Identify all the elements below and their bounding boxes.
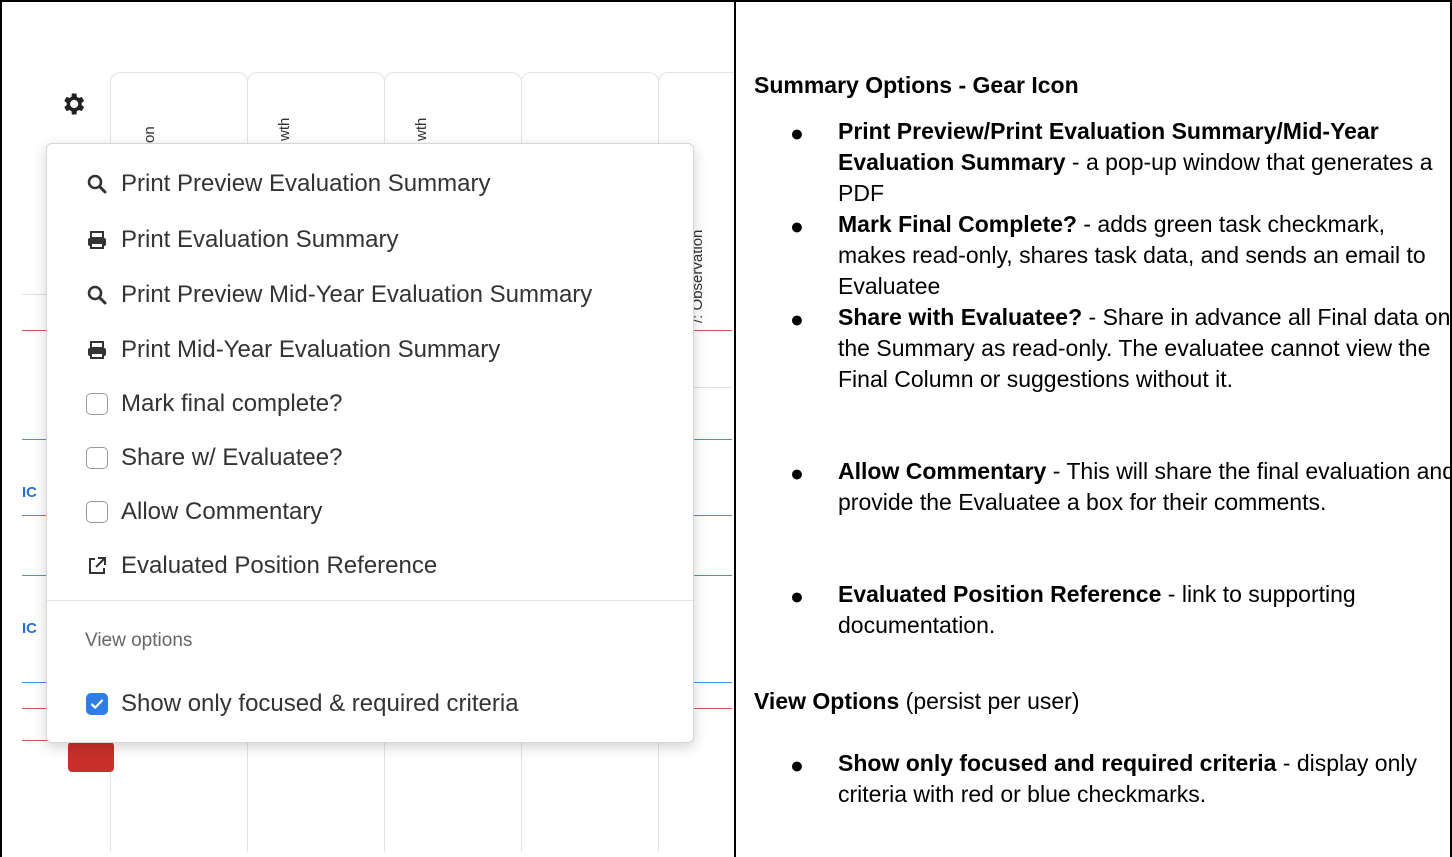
row-fragment: IC [22, 484, 37, 501]
menu-item-label: Print Preview Evaluation Summary [121, 170, 491, 197]
printer-icon [85, 228, 109, 252]
search-icon [85, 283, 109, 307]
screenshot-cell: on wth wth /: Observation IC IC Print Pr… [2, 2, 734, 857]
menu-item-print-preview-mid-year-summary[interactable]: Print Preview Mid-Year Evaluation Summar… [85, 275, 592, 315]
search-icon [85, 172, 109, 196]
grid-line [692, 575, 732, 576]
grid-line [692, 439, 732, 440]
allow-commentary-checkbox[interactable] [86, 501, 108, 523]
menu-item-print-evaluation-summary[interactable]: Print Evaluation Summary [85, 220, 398, 260]
grid-line [692, 708, 732, 709]
bullet: ● [790, 752, 804, 778]
menu-item-label: Print Evaluation Summary [121, 226, 399, 253]
menu-item-label: Share w/ Evaluatee? [121, 444, 343, 471]
bullet-term: Allow Commentary [838, 458, 1047, 484]
bullet-text: Mark Final Complete? - adds green task c… [838, 209, 1452, 302]
bullet-term: Evaluated Position Reference [838, 581, 1162, 607]
view-options-header: View options [85, 630, 193, 651]
column-header-text: on [141, 126, 158, 143]
menu-item-print-mid-year-summary[interactable]: Print Mid-Year Evaluation Summary [85, 330, 500, 370]
column-header-text: wth [276, 117, 293, 141]
bullet-term: Mark Final Complete? [838, 211, 1077, 237]
menu-item-print-preview-evaluation-summary[interactable]: Print Preview Evaluation Summary [85, 164, 490, 204]
bullet: ● [790, 120, 804, 146]
view-options-title: View Options [754, 688, 900, 714]
bullet-text: Show only focused and required criteria … [838, 748, 1452, 810]
view-options-heading: View Options (persist per user) [754, 688, 1080, 715]
menu-item-label: Print Mid-Year Evaluation Summary [121, 336, 501, 363]
show-focused-required-checkbox[interactable] [86, 693, 108, 715]
mark-final-complete-checkbox[interactable] [86, 393, 108, 415]
bullet-text: Share with Evaluatee? - Share in advance… [838, 302, 1452, 395]
bullet-text: Print Preview/Print Evaluation Summary/M… [838, 116, 1452, 209]
gear-icon[interactable] [59, 90, 87, 118]
menu-divider [47, 600, 693, 601]
table-border-divider [734, 0, 736, 857]
bullet: ● [790, 306, 804, 332]
document-table: on wth wth /: Observation IC IC Print Pr… [0, 0, 1452, 857]
menu-item-allow-commentary[interactable]: Allow Commentary [85, 492, 322, 532]
grid-line [692, 682, 732, 683]
menu-item-show-focused-required[interactable]: Show only focused & required criteria [85, 684, 519, 724]
grid-line [692, 330, 732, 331]
menu-item-label: Allow Commentary [121, 498, 323, 525]
row-fragment: IC [22, 620, 37, 637]
view-options-suffix: (persist per user) [899, 688, 1080, 714]
menu-item-label: Show only focused & required criteria [121, 690, 519, 717]
required-criteria-marker [68, 742, 114, 772]
menu-item-label: Evaluated Position Reference [121, 552, 438, 579]
section-title: Summary Options - Gear Icon [754, 72, 1079, 98]
column-header-text: wth [413, 117, 430, 141]
bullet: ● [790, 460, 804, 486]
menu-item-label: Print Preview Mid-Year Evaluation Summar… [121, 281, 593, 308]
menu-item-mark-final-complete[interactable]: Mark final complete? [85, 384, 342, 424]
checkmark-icon [90, 699, 104, 709]
bullet-term: Show only focused and required criteria [838, 750, 1277, 776]
grid-line [692, 515, 732, 516]
bullet-term: Share with Evaluatee? [838, 304, 1083, 330]
summary-options-menu: Print Preview Evaluation Summary Print E… [46, 143, 694, 743]
menu-item-share-with-evaluatee[interactable]: Share w/ Evaluatee? [85, 438, 342, 478]
printer-icon [85, 338, 109, 362]
share-with-evaluatee-checkbox[interactable] [86, 447, 108, 469]
bullet: ● [790, 583, 804, 609]
grid-line [692, 387, 732, 388]
bullet: ● [790, 213, 804, 239]
external-link-icon [85, 554, 109, 578]
bullet-text: Allow Commentary - This will share the f… [838, 456, 1452, 518]
menu-item-label: Mark final complete? [121, 390, 343, 417]
menu-item-evaluated-position-reference[interactable]: Evaluated Position Reference [85, 546, 437, 586]
bullet-text: Evaluated Position Reference - link to s… [838, 579, 1452, 641]
